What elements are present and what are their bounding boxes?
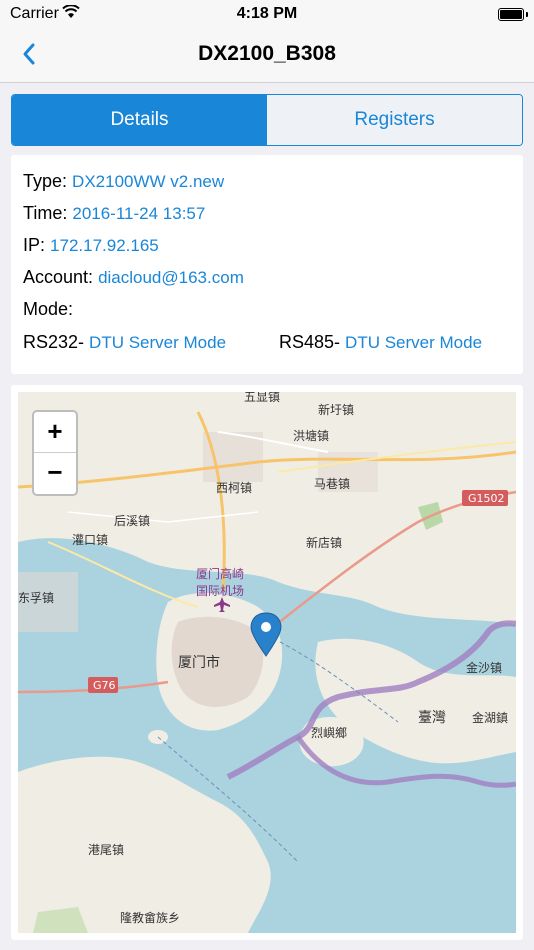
- type-value: DX2100WW v2.new: [72, 172, 225, 191]
- rs232-label: RS232-: [23, 332, 85, 352]
- mode-row: Mode:: [23, 299, 73, 320]
- map-label-guankou: 灌口镇: [72, 533, 108, 547]
- clock: 4:18 PM: [236, 5, 298, 22]
- battery-icon: [498, 8, 524, 21]
- details-card: Type: DX2100WW v2.new Time: 2016-11-24 1…: [11, 155, 523, 374]
- type-label: Type:: [23, 171, 68, 191]
- map-label-gangwei: 港尾镇: [88, 843, 124, 857]
- time-value: 2016-11-24 13:57: [72, 204, 206, 223]
- ip-row: IP: 172.17.92.165: [23, 235, 159, 256]
- time-row: Time: 2016-11-24 13:57: [23, 203, 205, 224]
- map-card: 五显镇 新圩镇 洪塘镇 西柯镇 马巷镇 后溪镇 灌口镇 新店镇 厦门高崎 国际机…: [11, 385, 523, 940]
- map-label-hongtang: 洪塘镇: [293, 428, 329, 443]
- zoom-out-button[interactable]: −: [34, 453, 76, 493]
- type-row: Type: DX2100WW v2.new: [23, 171, 224, 192]
- ip-value: 172.17.92.165: [50, 236, 159, 255]
- map-label-taiwan: 臺灣: [418, 710, 446, 726]
- time-label: Time:: [23, 203, 68, 223]
- ip-label: IP:: [23, 235, 46, 255]
- map-view[interactable]: 五显镇 新圩镇 洪塘镇 西柯镇 马巷镇 后溪镇 灌口镇 新店镇 厦门高崎 国际机…: [18, 392, 516, 933]
- map-label-xiamen: 厦门市: [178, 654, 220, 671]
- account-row: Account: diacloud@163.com: [23, 267, 244, 288]
- map-label-airport2: 国际机场: [196, 584, 244, 598]
- map-label-xindian: 新店镇: [306, 535, 342, 550]
- rs485-row: RS485- DTU Server Mode: [279, 332, 482, 353]
- map-tiles: 五显镇 新圩镇 洪塘镇 西柯镇 马巷镇 后溪镇 灌口镇 新店镇 厦门高崎 国际机…: [18, 392, 516, 933]
- map-label-dongfu: 东孚镇: [18, 591, 54, 605]
- map-label-maxiang: 马巷镇: [314, 477, 350, 491]
- account-value: diacloud@163.com: [98, 268, 244, 287]
- map-label-longhai: 隆教畲族乡: [120, 910, 180, 925]
- map-label-xike: 西柯镇: [216, 481, 252, 495]
- map-label-wuxian: 五显镇: [244, 392, 280, 404]
- account-label: Account:: [23, 267, 94, 287]
- map-label-houxi: 后溪镇: [114, 514, 150, 528]
- battery-cap: [526, 12, 528, 17]
- mode-label: Mode:: [23, 299, 74, 319]
- road-label-g1502: G1502: [468, 492, 505, 505]
- map-label-xinxu: 新圩镇: [318, 402, 354, 417]
- rs485-label: RS485-: [279, 332, 341, 352]
- rs232-row: RS232- DTU Server Mode: [23, 332, 226, 353]
- map-label-lieyu: 烈嶼鄉: [311, 726, 347, 740]
- tab-registers[interactable]: Registers: [267, 95, 522, 145]
- zoom-control: + −: [32, 410, 78, 496]
- zoom-in-button[interactable]: +: [34, 412, 76, 453]
- map-label-jinsha: 金沙镇: [466, 660, 502, 675]
- status-bar: Carrier 4:18 PM: [0, 0, 534, 28]
- page-title: DX2100_B308: [198, 42, 336, 65]
- rs485-value: DTU Server Mode: [345, 333, 483, 352]
- navigation-bar: DX2100_B308: [0, 28, 534, 83]
- map-label-airport1: 厦门高崎: [196, 566, 244, 581]
- rs232-value: DTU Server Mode: [89, 333, 227, 352]
- road-label-g76: G76: [93, 679, 116, 692]
- map-label-jinhu: 金湖鎮: [472, 710, 508, 725]
- segmented-control: Details Registers: [11, 94, 523, 146]
- tab-details[interactable]: Details: [12, 95, 267, 145]
